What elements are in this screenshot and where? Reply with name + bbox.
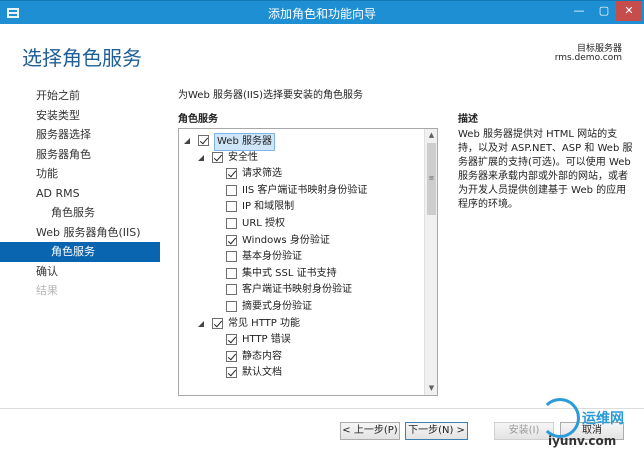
- watermark-logo-icon: [540, 398, 580, 438]
- tree-item-checkbox[interactable]: [226, 218, 237, 229]
- tree-item[interactable]: Windows 身份验证: [179, 233, 425, 250]
- tree-item[interactable]: Web 服务器: [179, 133, 425, 151]
- nav-step-item[interactable]: 服务器角色: [0, 145, 160, 165]
- tree-item-label: 集中式 SSL 证书支持: [242, 267, 337, 279]
- nav-step-item[interactable]: 角色服务: [0, 242, 160, 262]
- tree-item-label: URL 授权: [242, 218, 286, 229]
- previous-button[interactable]: < 上一步(P): [340, 422, 400, 440]
- tree-item[interactable]: 摘要式身份验证: [179, 299, 425, 316]
- tree-item[interactable]: HTTP 错误: [179, 332, 425, 349]
- window-titlebar: 添加角色和功能向导 — ▢ ✕: [0, 0, 644, 24]
- expand-triangle-icon[interactable]: [197, 320, 205, 328]
- tree-item-label: HTTP 错误: [242, 334, 291, 346]
- scroll-down-arrow-icon[interactable]: ▼: [427, 384, 436, 393]
- tree-scrollbar[interactable]: ▲ ≡ ▼: [424, 129, 437, 395]
- minimize-button[interactable]: —: [566, 1, 592, 21]
- tree-item[interactable]: 请求筛选: [179, 166, 425, 183]
- tree-item[interactable]: 基本身份验证: [179, 249, 425, 266]
- nav-step-item[interactable]: 功能: [0, 164, 160, 184]
- tree-item[interactable]: 默认文档: [179, 365, 425, 382]
- tree-item-label: 摘要式身份验证: [242, 301, 312, 312]
- nav-step-item[interactable]: 安装类型: [0, 106, 160, 126]
- nav-step-item[interactable]: 服务器选择: [0, 125, 160, 145]
- tree-item-label: 静态内容: [242, 350, 282, 362]
- tree-item-checkbox[interactable]: [226, 334, 237, 346]
- role-services-header: 角色服务: [178, 114, 218, 125]
- nav-step-item[interactable]: 确认: [0, 262, 160, 282]
- expand-triangle-icon[interactable]: [183, 137, 191, 145]
- main-description: 为Web 服务器(IIS)选择要安装的角色服务: [178, 90, 364, 101]
- expand-triangle-icon[interactable]: [197, 154, 205, 162]
- tree-item[interactable]: 静态内容: [179, 349, 425, 366]
- tree-item-checkbox[interactable]: [212, 151, 223, 163]
- role-services-tree[interactable]: ▲ ≡ ▼ Web 服务器 安全性请求筛选 IIS 客户端证书映射身份验证 IP 和域…: [178, 128, 438, 396]
- tree-item-checkbox[interactable]: [226, 184, 237, 196]
- watermark-url: iyunv.com: [548, 434, 617, 448]
- window-title: 添加角色和功能向导: [267, 7, 376, 21]
- description-header: 描述: [458, 114, 478, 125]
- wizard-step-nav: 开始之前 安装类型 服务器选择 服务器角色 功能 AD RMS 角色服务 Web 服务器角色(…: [0, 86, 160, 301]
- tree-item-checkbox[interactable]: [198, 135, 209, 146]
- page-title: 选择角色服务: [22, 46, 142, 70]
- tree-item-checkbox[interactable]: [226, 168, 237, 180]
- tree-item-label: IIS 客户端证书映射身份验证: [242, 184, 368, 196]
- tree-item-checkbox[interactable]: [212, 317, 223, 329]
- nav-step-item[interactable]: 开始之前: [0, 86, 160, 106]
- destination-server-value: rms.demo.com: [554, 53, 622, 63]
- tree-item-label: 客户端证书映射身份验证: [242, 284, 352, 296]
- tree-item[interactable]: IIS 客户端证书映射身份验证: [179, 183, 425, 200]
- tree-item-checkbox[interactable]: [226, 201, 237, 213]
- close-button[interactable]: ✕: [616, 1, 642, 21]
- tree-item[interactable]: 常见 HTTP 功能: [179, 316, 425, 333]
- maximize-button[interactable]: ▢: [592, 1, 616, 21]
- tree-item[interactable]: 客户端证书映射身份验证: [179, 282, 425, 299]
- tree-item-label: 常见 HTTP 功能: [228, 317, 300, 329]
- tree-item-checkbox[interactable]: [226, 267, 237, 279]
- tree-item-label: Web 服务器: [214, 133, 275, 151]
- nav-step-item: 结果: [36, 284, 58, 297]
- tree-item[interactable]: IP 和域限制: [179, 199, 425, 216]
- scroll-thumb[interactable]: ≡: [427, 143, 436, 215]
- tree-item-label: 默认文档: [242, 367, 282, 379]
- description-text: Web 服务器提供对 HTML 网站的支持，以及对 ASP.NET、ASP 和 …: [458, 129, 633, 210]
- tree-item-checkbox[interactable]: [226, 301, 237, 312]
- scroll-grip-icon: ≡: [428, 174, 435, 182]
- tree-item[interactable]: URL 授权: [179, 216, 425, 233]
- tree-item-checkbox[interactable]: [226, 350, 237, 362]
- tree-item-checkbox[interactable]: [226, 234, 237, 246]
- tree-item-checkbox[interactable]: [226, 251, 237, 263]
- tree-item[interactable]: 安全性: [179, 150, 425, 167]
- scroll-up-arrow-icon[interactable]: ▲: [427, 131, 436, 140]
- tree-item-label: IP 和域限制: [242, 201, 295, 213]
- tree-item-checkbox[interactable]: [226, 284, 237, 296]
- tree-item-checkbox[interactable]: [226, 367, 237, 379]
- watermark-title: 运维网: [582, 411, 624, 427]
- wizard-header: 选择角色服务 目标服务器 rms.demo.com: [0, 24, 644, 80]
- next-button[interactable]: 下一步(N) >: [405, 422, 468, 440]
- tree-item-label: Windows 身份验证: [242, 234, 330, 246]
- nav-step-item[interactable]: AD RMS: [0, 184, 160, 204]
- tree-item-label: 基本身份验证: [242, 251, 302, 263]
- nav-step-item[interactable]: Web 服务器角色(IIS): [0, 223, 160, 243]
- nav-step-item[interactable]: 角色服务: [0, 203, 160, 223]
- tree-item-label: 请求筛选: [242, 168, 282, 180]
- tree-item-label: 安全性: [228, 151, 258, 163]
- tree-item[interactable]: 集中式 SSL 证书支持: [179, 266, 425, 283]
